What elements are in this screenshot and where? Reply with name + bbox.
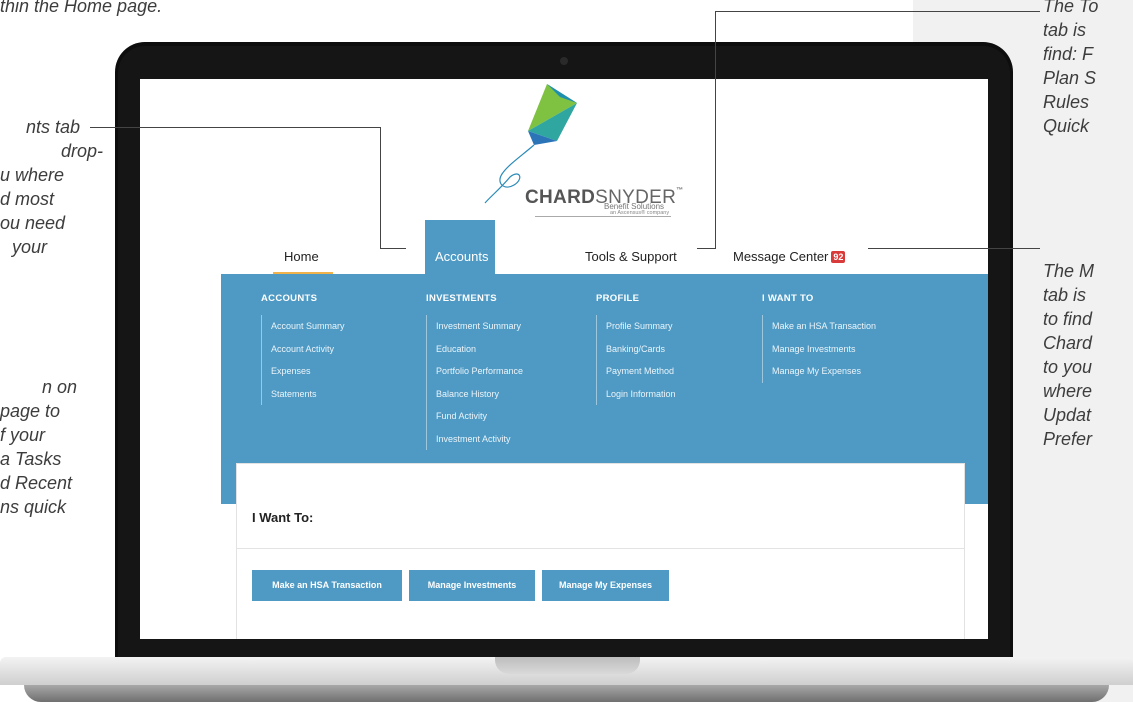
menu-item-manage-investments[interactable]: Manage Investments (772, 338, 876, 361)
menu-list: Profile Summary Banking/Cards Payment Me… (596, 315, 676, 405)
annotation-line: where (1043, 381, 1093, 401)
menu-list: Investment Summary Education Portfolio P… (426, 315, 523, 450)
menu-item-make-hsa-transaction[interactable]: Make an HSA Transaction (772, 315, 876, 338)
annotation-line: u where (0, 165, 65, 185)
i-want-to-title: I Want To: (252, 510, 314, 525)
tab-message-center[interactable]: Message Center 92 (733, 249, 846, 264)
annotation-home-page: n on page to f your a Tasks d Recent ns … (0, 375, 77, 519)
annotation-line: to you (1043, 357, 1093, 377)
menu-item-portfolio-performance[interactable]: Portfolio Performance (436, 360, 523, 383)
annotation-line: ns quick (0, 497, 67, 517)
annotation-line: page to (0, 401, 61, 421)
tab-accounts-label: Accounts (435, 249, 489, 264)
menu-item-account-summary[interactable]: Account Summary (271, 315, 345, 338)
menu-item-banking-cards[interactable]: Banking/Cards (606, 338, 676, 361)
card-divider (237, 548, 964, 549)
annotation-line: d most (0, 189, 55, 209)
annotation-line: The M (1043, 261, 1095, 281)
menu-heading: INVESTMENTS (426, 293, 497, 304)
annotation-line: a Tasks (0, 449, 62, 469)
annotation-tools-tab: The To tab is find: F Plan S Rules Quick (1043, 0, 1098, 138)
tab-home[interactable]: Home (284, 249, 319, 264)
trademark-mark: ™ (676, 187, 684, 194)
menu-item-balance-history[interactable]: Balance History (436, 383, 523, 406)
menu-item-expenses[interactable]: Expenses (271, 360, 345, 383)
callout-line-message-center (868, 248, 1040, 249)
annotation-line: n on (42, 377, 78, 397)
menu-column-i-want-to: I WANT TO Make an HSA Transaction Manage… (762, 293, 876, 383)
menu-item-statements[interactable]: Statements (271, 383, 345, 406)
manage-investments-button[interactable]: Manage Investments (409, 570, 535, 601)
kite-logo-icon (484, 84, 577, 204)
menu-item-investment-summary[interactable]: Investment Summary (436, 315, 523, 338)
laptop-notch (495, 657, 640, 674)
menu-item-login-information[interactable]: Login Information (606, 383, 676, 406)
annotation-line: The To (1043, 0, 1099, 16)
i-want-to-card: I Want To: Make an HSA Transaction Manag… (236, 463, 965, 639)
message-count-badge: 92 (831, 251, 846, 263)
callout-line-accounts (90, 127, 380, 128)
annotation-line: Prefer (1043, 429, 1093, 449)
menu-heading: I WANT TO (762, 293, 814, 304)
annotation-line: drop- (61, 141, 104, 161)
menu-item-fund-activity[interactable]: Fund Activity (436, 405, 523, 428)
tab-message-center-label: Message Center (733, 249, 829, 264)
laptop-screen: CHARDSNYDER™ Benefit Solutions an Ascens… (140, 79, 988, 639)
annotation-line: Plan S (1043, 68, 1097, 88)
annotation-line: f your (0, 425, 46, 445)
tab-accounts[interactable]: Accounts (425, 220, 495, 277)
annotation-line: tab is (1043, 20, 1087, 40)
annotation-line: Rules (1043, 92, 1090, 112)
make-hsa-transaction-button[interactable]: Make an HSA Transaction (252, 570, 402, 601)
annotation-line: tab is (1043, 285, 1087, 305)
annotation-line: to find (1043, 309, 1093, 329)
callout-line-tools (715, 11, 716, 248)
logo-divider (535, 216, 671, 217)
laptop-base-edge (24, 685, 1109, 702)
brand-name-bold: CHARD (525, 187, 596, 208)
menu-column-accounts: ACCOUNTS Account Summary Account Activit… (261, 293, 345, 405)
annotation-line: thin the Home page. (0, 0, 163, 16)
menu-item-manage-my-expenses[interactable]: Manage My Expenses (772, 360, 876, 383)
menu-column-profile: PROFILE Profile Summary Banking/Cards Pa… (596, 293, 676, 405)
menu-column-investments: INVESTMENTS Investment Summary Education… (426, 293, 523, 450)
menu-item-investment-activity[interactable]: Investment Activity (436, 428, 523, 451)
menu-item-account-activity[interactable]: Account Activity (271, 338, 345, 361)
annotation-accounts-tab: nts tab drop- u where d most ou need you… (0, 115, 103, 259)
manage-my-expenses-button[interactable]: Manage My Expenses (542, 570, 669, 601)
camera-icon (560, 57, 568, 65)
callout-line-tools (697, 248, 716, 249)
annotation-line: your (12, 237, 48, 257)
annotation-line: find: F (1043, 44, 1094, 64)
annotation-line: nts tab (26, 117, 81, 137)
menu-list: Account Summary Account Activity Expense… (261, 315, 345, 405)
annotation-message-center: The M tab is to find Chard to you where … (1043, 259, 1094, 451)
callout-line-accounts (380, 127, 381, 248)
menu-heading: PROFILE (596, 293, 640, 304)
annotation-line: Quick (1043, 116, 1090, 136)
annotation-line: ou need (0, 213, 66, 233)
brand-parent: an Ascensus® company (610, 210, 670, 216)
menu-item-payment-method[interactable]: Payment Method (606, 360, 676, 383)
callout-line-tools (715, 11, 1040, 12)
menu-item-education[interactable]: Education (436, 338, 523, 361)
annotation-top-left: thin the Home page. (0, 0, 162, 18)
annotation-line: Updat (1043, 405, 1092, 425)
callout-line-accounts (380, 248, 406, 249)
annotation-line: Chard (1043, 333, 1093, 353)
menu-list: Make an HSA Transaction Manage Investmen… (762, 315, 876, 383)
tab-tools-support[interactable]: Tools & Support (585, 249, 677, 264)
menu-heading: ACCOUNTS (261, 293, 318, 304)
menu-item-profile-summary[interactable]: Profile Summary (606, 315, 676, 338)
annotation-line: d Recent (0, 473, 73, 493)
